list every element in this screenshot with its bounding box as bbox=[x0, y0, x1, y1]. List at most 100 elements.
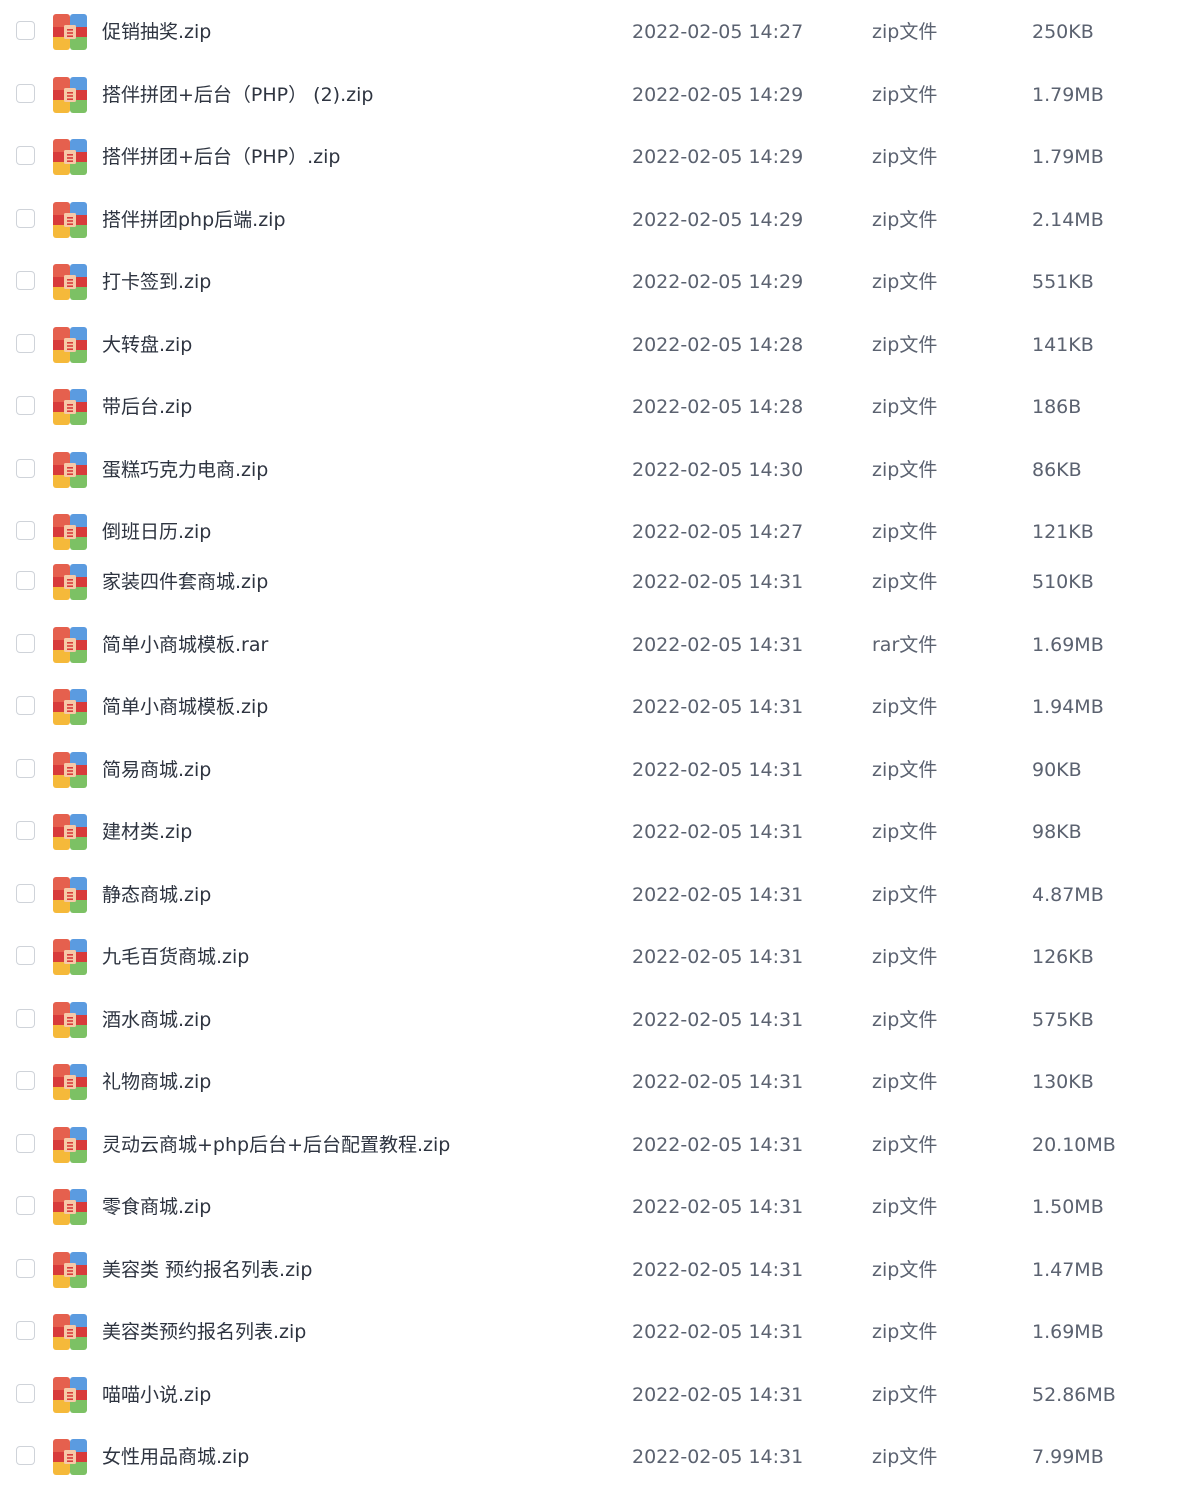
file-name[interactable]: 家装四件套商城.zip bbox=[102, 556, 268, 608]
row-checkbox[interactable] bbox=[16, 1321, 35, 1340]
file-row[interactable]: 静态商城.zip 2022-02-05 14:31 zip文件 4.87MB bbox=[0, 869, 1200, 921]
row-checkbox[interactable] bbox=[16, 696, 35, 715]
file-row[interactable]: 促销抽奖.zip 2022-02-05 14:27 zip文件 250KB bbox=[0, 6, 1200, 58]
file-name[interactable]: 简易商城.zip bbox=[102, 744, 211, 796]
file-date: 2022-02-05 14:28 bbox=[632, 334, 804, 356]
row-checkbox[interactable] bbox=[16, 1071, 35, 1090]
file-row[interactable]: 美容类预约报名列表.zip 2022-02-05 14:31 zip文件 1.69MB bbox=[0, 1306, 1200, 1358]
file-size: 141KB bbox=[1032, 334, 1094, 356]
file-row[interactable]: 简单小商城模板.rar 2022-02-05 14:31 rar文件 1.69MB bbox=[0, 619, 1200, 671]
file-name[interactable]: 美容类 预约报名列表.zip bbox=[102, 1244, 312, 1296]
file-name[interactable]: 灵动云商城+php后台+后台配置教程.zip bbox=[102, 1119, 450, 1171]
row-checkbox[interactable] bbox=[16, 21, 35, 40]
file-name[interactable]: 女性用品商城.zip bbox=[102, 1431, 249, 1483]
row-checkbox[interactable] bbox=[16, 759, 35, 778]
file-type: zip文件 bbox=[872, 396, 938, 418]
file-date: 2022-02-05 14:31 bbox=[632, 1259, 804, 1281]
file-row[interactable]: 搭伴拼团php后端.zip 2022-02-05 14:29 zip文件 2.14MB bbox=[0, 194, 1200, 246]
file-name[interactable]: 静态商城.zip bbox=[102, 869, 211, 921]
file-type: zip文件 bbox=[872, 209, 938, 231]
row-checkbox[interactable] bbox=[16, 334, 35, 353]
archive-file-icon bbox=[53, 814, 87, 850]
row-checkbox[interactable] bbox=[16, 521, 35, 540]
file-type: zip文件 bbox=[872, 1259, 938, 1281]
file-row[interactable]: 搭伴拼团+后台（PHP） (2).zip 2022-02-05 14:29 zip文… bbox=[0, 69, 1200, 121]
file-name[interactable]: 零食商城.zip bbox=[102, 1181, 211, 1233]
row-checkbox[interactable] bbox=[16, 1134, 35, 1153]
file-row[interactable]: 简单小商城模板.zip 2022-02-05 14:31 zip文件 1.94MB bbox=[0, 681, 1200, 733]
file-name[interactable]: 倒班日历.zip bbox=[102, 506, 211, 558]
file-name[interactable]: 建材类.zip bbox=[102, 806, 192, 858]
row-checkbox[interactable] bbox=[16, 1259, 35, 1278]
file-name[interactable]: 搭伴拼团+后台（PHP）.zip bbox=[102, 131, 340, 183]
row-checkbox[interactable] bbox=[16, 1196, 35, 1215]
file-name[interactable]: 搭伴拼团php后端.zip bbox=[102, 194, 286, 246]
file-row[interactable]: 大转盘.zip 2022-02-05 14:28 zip文件 141KB bbox=[0, 319, 1200, 371]
archive-file-icon bbox=[53, 1002, 87, 1038]
row-checkbox[interactable] bbox=[16, 459, 35, 478]
row-checkbox[interactable] bbox=[16, 821, 35, 840]
file-row[interactable]: 倒班日历.zip 2022-02-05 14:27 zip文件 121KB bbox=[0, 506, 1200, 558]
file-row[interactable]: 礼物商城.zip 2022-02-05 14:31 zip文件 130KB bbox=[0, 1056, 1200, 1108]
file-name[interactable]: 礼物商城.zip bbox=[102, 1056, 211, 1108]
file-size: 510KB bbox=[1032, 571, 1094, 593]
file-row[interactable]: 打卡签到.zip 2022-02-05 14:29 zip文件 551KB bbox=[0, 256, 1200, 308]
file-name[interactable]: 蛋糕巧克力电商.zip bbox=[102, 444, 268, 496]
file-name[interactable]: 打卡签到.zip bbox=[102, 256, 211, 308]
file-size: 52.86MB bbox=[1032, 1384, 1116, 1406]
file-name[interactable]: 促销抽奖.zip bbox=[102, 6, 211, 58]
file-date: 2022-02-05 14:31 bbox=[632, 821, 804, 843]
file-name[interactable]: 美容类预约报名列表.zip bbox=[102, 1306, 306, 1358]
file-row[interactable]: 带后台.zip 2022-02-05 14:28 zip文件 186B bbox=[0, 381, 1200, 433]
file-row[interactable]: 女性用品商城.zip 2022-02-05 14:31 zip文件 7.99MB bbox=[0, 1431, 1200, 1483]
row-checkbox[interactable] bbox=[16, 209, 35, 228]
file-name[interactable]: 喵喵小说.zip bbox=[102, 1369, 211, 1421]
file-row[interactable]: 美容类 预约报名列表.zip 2022-02-05 14:31 zip文件 1.47M… bbox=[0, 1244, 1200, 1296]
file-row[interactable]: 蛋糕巧克力电商.zip 2022-02-05 14:30 zip文件 86KB bbox=[0, 444, 1200, 496]
file-name[interactable]: 简单小商城模板.zip bbox=[102, 681, 268, 733]
file-type: zip文件 bbox=[872, 1384, 938, 1406]
row-checkbox[interactable] bbox=[16, 946, 35, 965]
file-row[interactable]: 零食商城.zip 2022-02-05 14:31 zip文件 1.50MB bbox=[0, 1181, 1200, 1233]
archive-file-icon bbox=[53, 939, 87, 975]
file-size: 130KB bbox=[1032, 1071, 1094, 1093]
file-name[interactable]: 搭伴拼团+后台（PHP） (2).zip bbox=[102, 69, 373, 121]
file-size: 250KB bbox=[1032, 21, 1094, 43]
file-row[interactable]: 喵喵小说.zip 2022-02-05 14:31 zip文件 52.86MB bbox=[0, 1369, 1200, 1421]
file-name[interactable]: 大转盘.zip bbox=[102, 319, 192, 371]
row-checkbox[interactable] bbox=[16, 884, 35, 903]
file-row[interactable]: 灵动云商城+php后台+后台配置教程.zip 2022-02-05 14:31 zi… bbox=[0, 1119, 1200, 1171]
row-checkbox[interactable] bbox=[16, 634, 35, 653]
archive-file-icon bbox=[53, 1127, 87, 1163]
file-row[interactable]: 搭伴拼团+后台（PHP）.zip 2022-02-05 14:29 zip文件 1.7… bbox=[0, 131, 1200, 183]
archive-file-icon bbox=[53, 1252, 87, 1288]
file-name[interactable]: 带后台.zip bbox=[102, 381, 192, 433]
file-list: 促销抽奖.zip 2022-02-05 14:27 zip文件 250KB 搭伴拼团+后… bbox=[0, 0, 1200, 1500]
file-type: zip文件 bbox=[872, 84, 938, 106]
file-type: zip文件 bbox=[872, 946, 938, 968]
archive-file-icon bbox=[53, 564, 87, 600]
row-checkbox[interactable] bbox=[16, 84, 35, 103]
file-name[interactable]: 九毛百货商城.zip bbox=[102, 931, 249, 983]
row-checkbox[interactable] bbox=[16, 1384, 35, 1403]
file-name[interactable]: 简单小商城模板.rar bbox=[102, 619, 268, 671]
row-checkbox[interactable] bbox=[16, 271, 35, 290]
row-checkbox[interactable] bbox=[16, 1009, 35, 1028]
file-row[interactable]: 家装四件套商城.zip 2022-02-05 14:31 zip文件 510KB bbox=[0, 556, 1200, 608]
row-checkbox[interactable] bbox=[16, 1446, 35, 1465]
file-row[interactable]: 简易商城.zip 2022-02-05 14:31 zip文件 90KB bbox=[0, 744, 1200, 796]
file-row[interactable]: 建材类.zip 2022-02-05 14:31 zip文件 98KB bbox=[0, 806, 1200, 858]
file-date: 2022-02-05 14:31 bbox=[632, 946, 804, 968]
row-checkbox[interactable] bbox=[16, 146, 35, 165]
row-checkbox[interactable] bbox=[16, 571, 35, 590]
file-row[interactable]: 酒水商城.zip 2022-02-05 14:31 zip文件 575KB bbox=[0, 994, 1200, 1046]
file-type: zip文件 bbox=[872, 696, 938, 718]
row-checkbox[interactable] bbox=[16, 396, 35, 415]
file-row[interactable]: 九毛百货商城.zip 2022-02-05 14:31 zip文件 126KB bbox=[0, 931, 1200, 983]
file-date: 2022-02-05 14:29 bbox=[632, 146, 804, 168]
archive-file-icon bbox=[53, 264, 87, 300]
file-name[interactable]: 酒水商城.zip bbox=[102, 994, 211, 1046]
file-type: zip文件 bbox=[872, 821, 938, 843]
archive-file-icon bbox=[53, 877, 87, 913]
file-type: zip文件 bbox=[872, 1134, 938, 1156]
